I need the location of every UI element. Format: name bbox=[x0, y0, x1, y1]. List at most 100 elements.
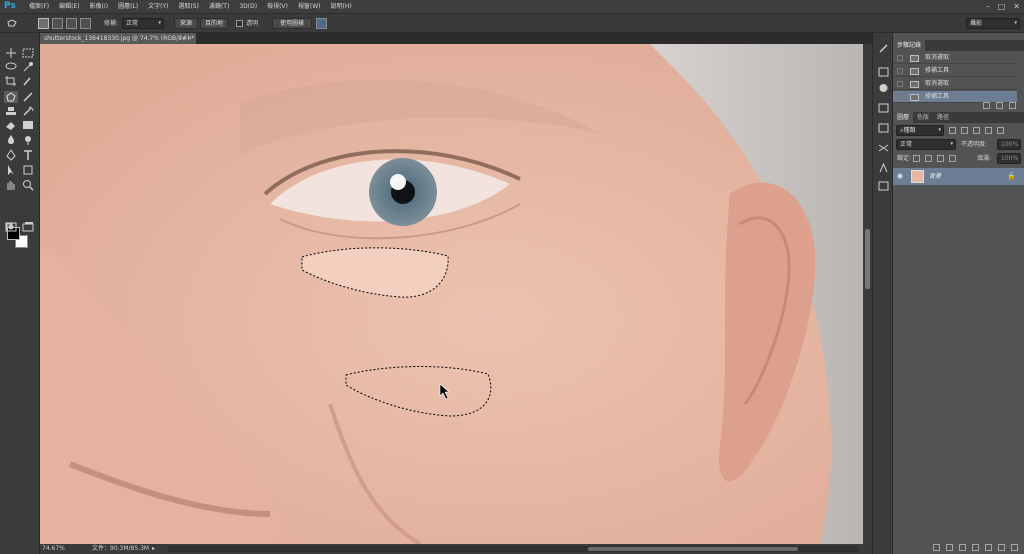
color-icon[interactable] bbox=[878, 123, 889, 133]
history-snapshot-checkbox[interactable] bbox=[897, 68, 903, 74]
history-snapshot-checkbox[interactable] bbox=[897, 94, 903, 100]
adjustments-icon[interactable] bbox=[878, 143, 889, 153]
character-icon[interactable] bbox=[878, 162, 889, 173]
history-item[interactable]: 取消選取 bbox=[893, 52, 1017, 64]
clone-stamp-tool-icon[interactable] bbox=[4, 105, 18, 117]
new-layer-icon[interactable] bbox=[998, 544, 1005, 551]
pixel-filter-icon[interactable] bbox=[949, 127, 956, 134]
menu-view[interactable]: 檢視(V) bbox=[262, 0, 293, 13]
workspace-select[interactable]: 攝影 ▾ bbox=[966, 18, 1020, 29]
layer-row[interactable]: ◉ 背景 🔒 bbox=[893, 168, 1024, 185]
quick-select-tool-icon[interactable] bbox=[21, 61, 35, 73]
tab-layers[interactable]: 圖層 bbox=[893, 112, 914, 123]
pen-tool-icon[interactable] bbox=[4, 149, 18, 161]
history-brush-tool-icon[interactable] bbox=[21, 105, 35, 117]
zoom-tool-icon[interactable] bbox=[21, 179, 35, 191]
new-snapshot-icon[interactable] bbox=[996, 102, 1003, 109]
tab-channels[interactable]: 色版 bbox=[913, 112, 933, 123]
history-snapshot-checkbox[interactable] bbox=[897, 55, 903, 61]
use-pattern-button[interactable]: 使用圖樣 bbox=[272, 18, 312, 29]
path-select-tool-icon[interactable] bbox=[4, 164, 18, 176]
destination-button[interactable]: 目的地 bbox=[200, 18, 228, 29]
paragraph-icon[interactable] bbox=[878, 181, 889, 191]
trash-icon[interactable] bbox=[1009, 102, 1016, 109]
transparent-checkbox[interactable] bbox=[236, 20, 243, 27]
opacity-field[interactable]: 100% bbox=[997, 139, 1021, 150]
menu-window[interactable]: 視窗(W) bbox=[293, 0, 326, 13]
crop-tool-icon[interactable] bbox=[4, 75, 18, 87]
info-icon[interactable] bbox=[878, 83, 889, 93]
minimize-button[interactable]: – bbox=[986, 2, 990, 11]
document-tab[interactable]: shutterstock_136418330.jpg @ 74.7% (RGB/… bbox=[40, 33, 196, 44]
menu-help[interactable]: 說明(H) bbox=[326, 0, 357, 13]
close-button[interactable]: ✕ bbox=[1013, 2, 1020, 11]
add-mask-icon[interactable] bbox=[959, 544, 966, 551]
lock-image-icon[interactable] bbox=[925, 155, 932, 162]
menu-type[interactable]: 文字(Y) bbox=[143, 0, 173, 13]
zoom-level[interactable]: 74.67% bbox=[42, 544, 65, 554]
quick-mask-icon[interactable] bbox=[4, 221, 18, 233]
lasso-tool-icon[interactable] bbox=[4, 61, 18, 73]
adjustment-filter-icon[interactable] bbox=[961, 127, 968, 134]
lock-all-icon[interactable] bbox=[949, 155, 956, 162]
layer-name[interactable]: 背景 bbox=[929, 168, 941, 185]
new-document-from-state-icon[interactable] bbox=[983, 102, 990, 109]
marquee-tool-icon[interactable] bbox=[21, 47, 35, 59]
patch-tool-icon[interactable] bbox=[4, 91, 18, 103]
move-tool-icon[interactable] bbox=[4, 47, 18, 59]
intersect-selection-button[interactable] bbox=[80, 18, 91, 29]
menu-layer[interactable]: 圖層(L) bbox=[113, 0, 143, 13]
maximize-button[interactable]: □ bbox=[998, 2, 1006, 11]
fill-field[interactable]: 100% bbox=[997, 153, 1021, 164]
patch-mode-select[interactable]: 正常 ▾ bbox=[122, 18, 164, 29]
close-icon[interactable]: × bbox=[187, 33, 192, 44]
dodge-tool-icon[interactable] bbox=[21, 134, 35, 146]
subtract-selection-button[interactable] bbox=[66, 18, 77, 29]
group-icon[interactable] bbox=[985, 544, 992, 551]
eye-icon[interactable]: ◉ bbox=[897, 172, 903, 180]
status-menu-icon[interactable]: ▸ bbox=[152, 544, 155, 554]
gradient-tool-icon[interactable] bbox=[21, 119, 35, 131]
shape-tool-icon[interactable] bbox=[21, 164, 35, 176]
menu-image[interactable]: 影像(I) bbox=[85, 0, 113, 13]
clone-source-icon[interactable] bbox=[878, 67, 889, 77]
lock-position-icon[interactable] bbox=[937, 155, 944, 162]
adjustment-layer-icon[interactable] bbox=[972, 544, 979, 551]
eraser-tool-icon[interactable] bbox=[4, 119, 18, 131]
eyedropper-tool-icon[interactable] bbox=[21, 75, 35, 87]
type-filter-icon[interactable] bbox=[973, 127, 980, 134]
pattern-picker[interactable] bbox=[316, 18, 327, 29]
tab-paths[interactable]: 路徑 bbox=[933, 112, 953, 123]
layer-style-icon[interactable] bbox=[946, 544, 953, 551]
histogram-icon[interactable] bbox=[878, 103, 889, 113]
tool-preset-picker[interactable] bbox=[6, 18, 19, 29]
image-canvas[interactable] bbox=[40, 44, 863, 544]
add-selection-button[interactable] bbox=[52, 18, 63, 29]
menu-select[interactable]: 選取(S) bbox=[173, 0, 204, 13]
blur-tool-icon[interactable] bbox=[4, 134, 18, 146]
history-item[interactable]: 修補工具 bbox=[893, 65, 1017, 77]
menu-edit[interactable]: 編輯(E) bbox=[54, 0, 84, 13]
screen-mode-icon[interactable] bbox=[21, 221, 35, 233]
type-tool-icon[interactable] bbox=[21, 149, 35, 161]
brush-tool-icon[interactable] bbox=[21, 91, 35, 103]
menu-filter[interactable]: 濾鏡(T) bbox=[204, 0, 234, 13]
new-selection-button[interactable] bbox=[38, 18, 49, 29]
horizontal-scrollbar[interactable] bbox=[168, 546, 858, 552]
brush-presets-icon[interactable] bbox=[878, 43, 889, 53]
blend-mode-select[interactable]: 正常 ▾ bbox=[896, 139, 956, 150]
lock-transparent-icon[interactable] bbox=[913, 155, 920, 162]
tab-history[interactable]: 步驟記錄 bbox=[893, 40, 926, 51]
vertical-scrollbar[interactable] bbox=[863, 44, 872, 544]
history-snapshot-checkbox[interactable] bbox=[897, 81, 903, 87]
vertical-scroll-thumb[interactable] bbox=[865, 229, 870, 289]
layer-kind-filter[interactable]: ⌕種類 ▾ bbox=[896, 125, 944, 136]
hand-tool-icon[interactable] bbox=[4, 179, 18, 191]
horizontal-scroll-thumb[interactable] bbox=[588, 547, 798, 551]
app-logo[interactable]: Ps bbox=[0, 0, 24, 13]
menu-3d[interactable]: 3D(D) bbox=[234, 0, 262, 13]
smart-object-filter-icon[interactable] bbox=[997, 127, 1004, 134]
history-item[interactable]: 取消選取 bbox=[893, 78, 1017, 90]
source-button[interactable]: 來源 bbox=[174, 18, 198, 29]
shape-filter-icon[interactable] bbox=[985, 127, 992, 134]
